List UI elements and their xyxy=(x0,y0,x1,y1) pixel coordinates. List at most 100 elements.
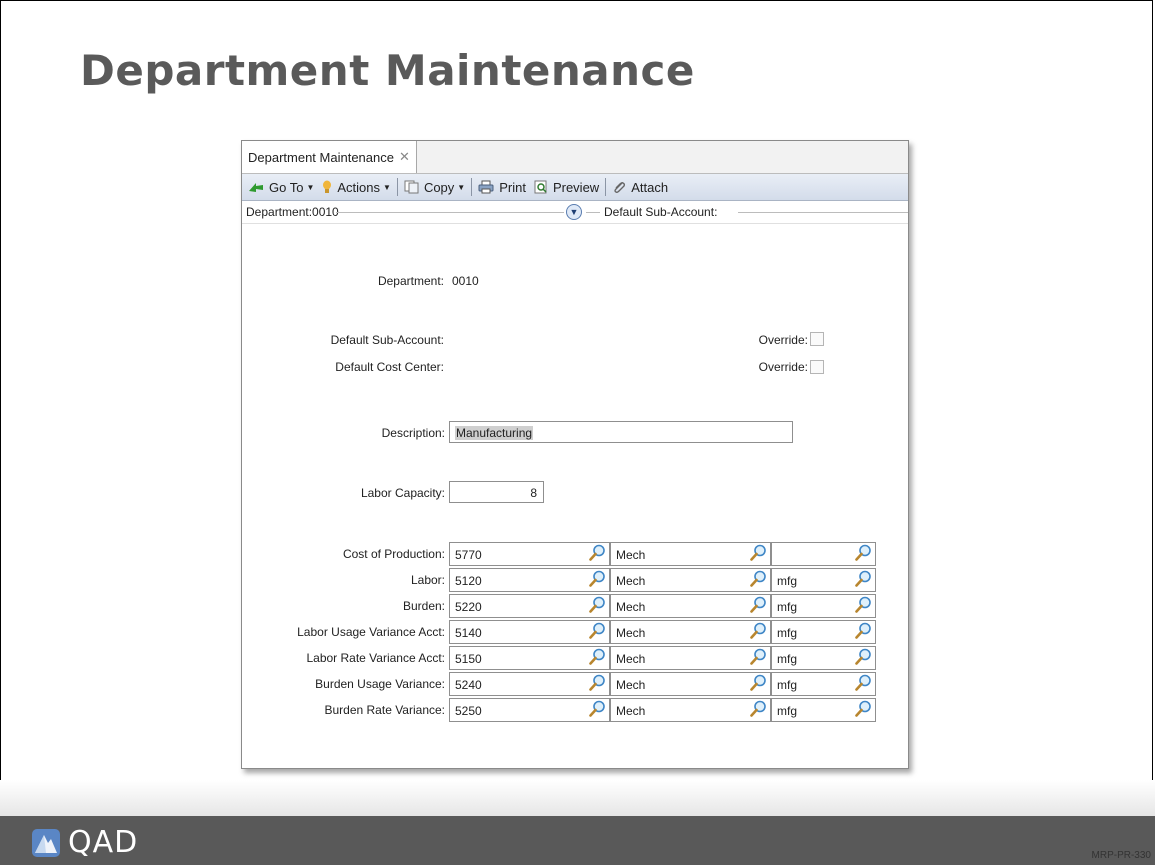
account-row-label: Burden: xyxy=(402,599,445,613)
lookup-search-icon[interactable] xyxy=(855,570,872,587)
account-field-value: 5140 xyxy=(455,626,482,640)
lookup-search-icon[interactable] xyxy=(589,596,606,613)
lookup-search-icon[interactable] xyxy=(855,648,872,665)
lookup-search-icon[interactable] xyxy=(589,570,606,587)
copy-label: Copy xyxy=(423,179,455,195)
page-code: MRP-PR-330 xyxy=(1091,850,1151,861)
goto-label: Go To xyxy=(269,179,304,195)
expand-chevron-icon[interactable]: ▼ xyxy=(566,204,582,220)
lookup-search-icon[interactable] xyxy=(855,544,872,561)
preview-button[interactable]: Preview xyxy=(530,180,603,195)
toolbar-separator xyxy=(605,178,607,196)
account-field[interactable]: 5220 xyxy=(449,594,610,618)
summary-divider xyxy=(336,212,564,213)
costcenter-field[interactable]: mfg xyxy=(771,594,876,618)
costcenter-field[interactable]: mfg xyxy=(771,620,876,644)
subaccount-field[interactable]: Mech xyxy=(610,542,771,566)
costcenter-field-value: mfg xyxy=(777,574,798,588)
description-field[interactable]: Manufacturing xyxy=(449,421,793,443)
lookup-search-icon[interactable] xyxy=(750,622,767,639)
account-field[interactable]: 5770 xyxy=(449,542,610,566)
account-row-label: Burden Usage Variance: xyxy=(315,677,445,691)
summary-department: Department:0010 xyxy=(246,205,339,219)
tab-bar: Department Maintenance ✕ xyxy=(242,141,908,174)
lookup-search-icon[interactable] xyxy=(750,596,767,613)
preview-icon xyxy=(534,180,547,194)
default-subaccount-label: Default Sub-Account: xyxy=(330,333,444,347)
attach-button[interactable]: Attach xyxy=(608,180,672,195)
footer-bar xyxy=(0,816,1155,865)
costcenter-field[interactable]: mfg xyxy=(771,672,876,696)
costcenter-field-value: mfg xyxy=(777,600,798,614)
slide-title: Department Maintenance xyxy=(80,46,695,95)
close-icon[interactable]: ✕ xyxy=(399,149,410,165)
costcenter-field[interactable] xyxy=(771,542,876,566)
subaccount-field-value: Mech xyxy=(616,548,646,562)
lookup-search-icon[interactable] xyxy=(589,622,606,639)
override-costcenter-checkbox[interactable] xyxy=(810,360,824,374)
department-maintenance-window: Department Maintenance ✕ Go To ▼ Actions ▼… xyxy=(241,140,909,769)
account-field[interactable]: 5140 xyxy=(449,620,610,644)
subaccount-field[interactable]: Mech xyxy=(610,620,771,644)
override-label: Override: xyxy=(758,333,808,347)
costcenter-field-value: mfg xyxy=(777,678,798,692)
actions-button[interactable]: Actions ▼ xyxy=(318,180,395,195)
lookup-search-icon[interactable] xyxy=(855,700,872,717)
qad-logo-icon xyxy=(32,829,60,857)
subaccount-field-value: Mech xyxy=(616,626,646,640)
costcenter-field[interactable]: mfg xyxy=(771,698,876,722)
copy-icon xyxy=(404,180,419,194)
lookup-search-icon[interactable] xyxy=(750,648,767,665)
tab-department-maintenance[interactable]: Department Maintenance ✕ xyxy=(242,141,417,173)
default-costcenter-label: Default Cost Center: xyxy=(335,360,444,374)
copy-button[interactable]: Copy ▼ xyxy=(400,180,469,195)
summary-divider xyxy=(738,212,908,213)
lookup-search-icon[interactable] xyxy=(855,596,872,613)
account-field[interactable]: 5120 xyxy=(449,568,610,592)
labor-capacity-value: 8 xyxy=(530,486,537,500)
override-subaccount-checkbox[interactable] xyxy=(810,332,824,346)
subaccount-field[interactable]: Mech xyxy=(610,646,771,670)
subaccount-field[interactable]: Mech xyxy=(610,672,771,696)
subaccount-field[interactable]: Mech xyxy=(610,698,771,722)
account-field[interactable]: 5240 xyxy=(449,672,610,696)
lookup-search-icon[interactable] xyxy=(750,570,767,587)
account-field[interactable]: 5250 xyxy=(449,698,610,722)
subaccount-field[interactable]: Mech xyxy=(610,568,771,592)
costcenter-field[interactable]: mfg xyxy=(771,646,876,670)
toolbar: Go To ▼ Actions ▼ Copy ▼ Print Preview Atta… xyxy=(242,174,908,201)
qad-logo-text: QAD xyxy=(68,825,139,860)
account-field-value: 5240 xyxy=(455,678,482,692)
lookup-search-icon[interactable] xyxy=(589,674,606,691)
account-field-value: 5770 xyxy=(455,548,482,562)
lookup-search-icon[interactable] xyxy=(750,700,767,717)
lookup-search-icon[interactable] xyxy=(750,544,767,561)
subaccount-field-value: Mech xyxy=(616,678,646,692)
account-field[interactable]: 5150 xyxy=(449,646,610,670)
lookup-search-icon[interactable] xyxy=(750,674,767,691)
subaccount-field[interactable]: Mech xyxy=(610,594,771,618)
costcenter-field-value: mfg xyxy=(777,626,798,640)
summary-bar: Department:0010 ▼ Default Sub-Account: xyxy=(242,201,908,224)
costcenter-field-value: mfg xyxy=(777,652,798,666)
summary-divider xyxy=(586,212,600,213)
summary-subaccount: Default Sub-Account: xyxy=(604,205,718,219)
lookup-search-icon[interactable] xyxy=(589,648,606,665)
account-row-label: Labor: xyxy=(410,573,445,587)
preview-label: Preview xyxy=(552,179,600,195)
lookup-search-icon[interactable] xyxy=(855,622,872,639)
lookup-search-icon[interactable] xyxy=(589,700,606,717)
subaccount-field-value: Mech xyxy=(616,704,646,718)
subaccount-field-value: Mech xyxy=(616,600,646,614)
attach-label: Attach xyxy=(631,179,669,195)
lookup-search-icon[interactable] xyxy=(855,674,872,691)
costcenter-field-value: mfg xyxy=(777,704,798,718)
labor-capacity-field[interactable]: 8 xyxy=(449,481,544,503)
goto-button[interactable]: Go To ▼ xyxy=(244,180,318,195)
costcenter-field[interactable]: mfg xyxy=(771,568,876,592)
print-button[interactable]: Print xyxy=(474,180,530,195)
account-row-label: Burden Rate Variance: xyxy=(324,703,445,717)
lookup-search-icon[interactable] xyxy=(589,544,606,561)
qad-logo: QAD xyxy=(32,825,139,860)
description-label: Description: xyxy=(381,426,445,440)
